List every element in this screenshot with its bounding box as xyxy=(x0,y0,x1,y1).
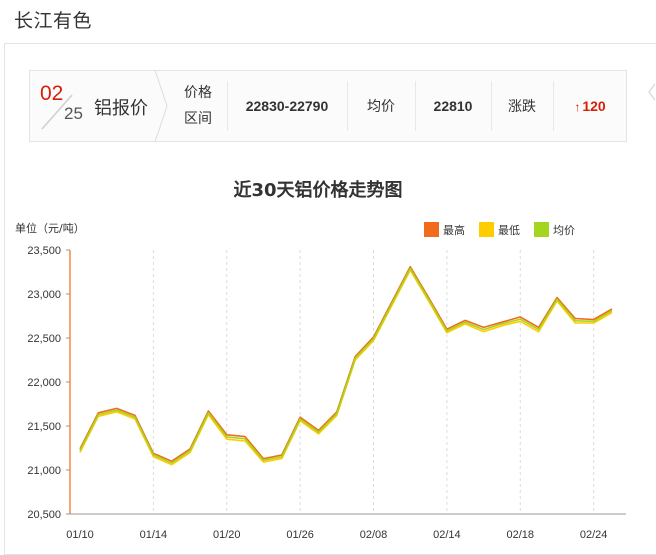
y-tick-label: 21,000 xyxy=(27,465,61,477)
y-tick-label: 20,500 xyxy=(27,509,61,521)
series-line-2 xyxy=(79,267,613,464)
x-tick-label: 02/18 xyxy=(507,529,535,541)
legend-label-0: 最高 xyxy=(443,223,465,237)
series-line-1 xyxy=(79,269,613,466)
x-tick-label: 01/26 xyxy=(286,529,314,541)
price-trend-chart: 近30天铝价格走势图单位（元/吨） 最高 最低 均价 01/10 01/14 01/20 01… xyxy=(15,179,626,541)
y-axis-label: 单位（元/吨） xyxy=(15,221,85,235)
x-tick-label: 02/08 xyxy=(360,529,388,541)
x-tick-label: 02/14 xyxy=(433,529,461,541)
x-tick-label: 01/14 xyxy=(140,529,168,541)
x-tick-label: 01/20 xyxy=(213,529,241,541)
legend-label-1: 最低 xyxy=(498,224,520,237)
y-tick-label: 23,500 xyxy=(27,245,61,257)
legend-swatch-0 xyxy=(424,222,439,237)
legend-swatch-1 xyxy=(479,222,494,237)
y-tick-label: 23,000 xyxy=(27,289,61,301)
y-tick-label: 21,500 xyxy=(27,421,61,433)
series-line-0 xyxy=(79,265,613,463)
legend-swatch-2 xyxy=(534,222,549,237)
y-tick-label: 22,500 xyxy=(27,333,61,345)
x-tick-label: 01/10 xyxy=(66,529,94,541)
x-tick-label: 02/24 xyxy=(580,529,608,541)
chart-title: 近30天铝价格走势图 xyxy=(233,179,402,201)
y-tick-label: 22,000 xyxy=(27,377,61,389)
legend-label-2: 均价 xyxy=(553,224,575,237)
